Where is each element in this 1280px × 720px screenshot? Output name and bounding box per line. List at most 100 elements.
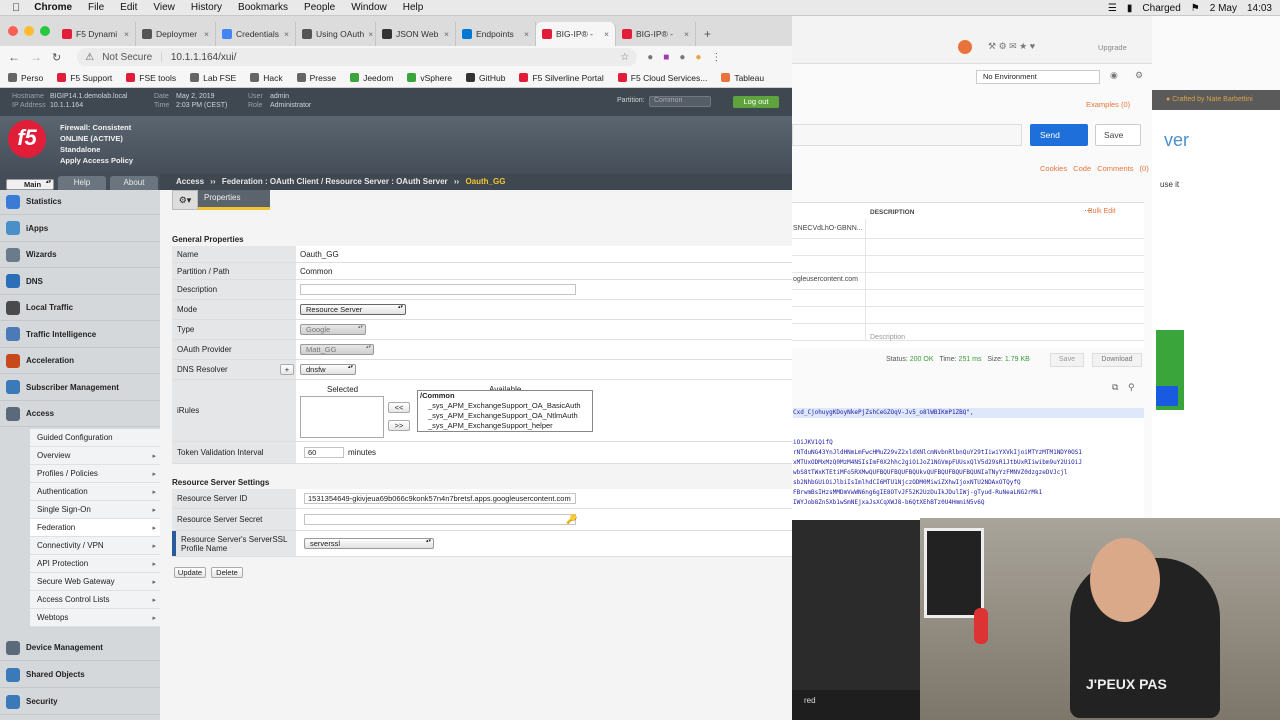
dns-select[interactable]: dnsfw: [300, 364, 356, 375]
toolbar-icons[interactable]: ⚒ ⚙ ✉ ★ ♥: [988, 41, 1035, 52]
token-input[interactable]: 60: [304, 447, 344, 458]
menu-app[interactable]: Chrome: [34, 2, 72, 13]
browser-tab[interactable]: BIG-IP® - ×: [616, 22, 696, 46]
sidebar-subitem[interactable]: API Protection ▸: [30, 555, 160, 573]
warning-icon[interactable]: ⚠: [85, 52, 94, 63]
bulk-edit-link[interactable]: Bulk Edit: [1088, 208, 1116, 215]
sidebar-subitem[interactable]: Federation ▸: [30, 519, 160, 537]
sidebar-item[interactable]: Subscriber Management: [0, 375, 160, 401]
postman-sync-icon[interactable]: [958, 40, 972, 54]
url-field[interactable]: ⚠ Not Secure | 10.1.1.164/xui/ ☆: [77, 48, 638, 66]
table-row[interactable]: [792, 321, 1144, 341]
request-url-input[interactable]: [792, 124, 1022, 146]
sidebar-item[interactable]: iApps: [0, 216, 160, 242]
add-dns-button[interactable]: +: [280, 364, 294, 375]
save-response-button[interactable]: Save: [1050, 353, 1084, 367]
close-tab-icon[interactable]: ×: [604, 29, 609, 39]
list-item[interactable]: _sys_APM_ExchangeSupport_helper: [420, 421, 592, 431]
extension-icon[interactable]: ●: [679, 52, 685, 63]
reload-icon[interactable]: ↻: [52, 51, 61, 64]
bookmark-item[interactable]: Lab FSE: [190, 73, 236, 83]
environment-select[interactable]: No Environment: [976, 70, 1100, 84]
breadcrumb-mid[interactable]: Federation : OAuth Client / Resource Ser…: [222, 177, 448, 186]
sidebar-item[interactable]: Acceleration: [0, 348, 160, 374]
list-item[interactable]: _sys_APM_ExchangeSupport_OA_NtlmAuth: [420, 411, 592, 421]
close-tab-icon[interactable]: ×: [524, 29, 529, 39]
browser-tab[interactable]: Credentials ×: [216, 22, 296, 46]
sidebar-item[interactable]: Statistics: [0, 189, 160, 215]
bookmark-item[interactable]: vSphere: [407, 73, 452, 83]
close-tab-icon[interactable]: ×: [368, 29, 373, 39]
logout-button[interactable]: Log out: [733, 96, 779, 108]
description-input[interactable]: [300, 284, 576, 295]
sidebar-item[interactable]: Local Traffic: [0, 295, 160, 321]
menu-history[interactable]: History: [191, 2, 222, 13]
download-button[interactable]: Download: [1092, 353, 1142, 367]
send-button[interactable]: Send: [1030, 124, 1088, 146]
menu-kebab-icon[interactable]: ⋮: [711, 52, 721, 63]
sidebar-item[interactable]: Traffic Intelligence: [0, 322, 160, 348]
close-tab-icon[interactable]: ×: [204, 29, 209, 39]
sidebar-subitem[interactable]: Profiles / Policies ▸: [30, 465, 160, 483]
sidebar-subitem[interactable]: Authentication ▸: [30, 483, 160, 501]
bookmark-item[interactable]: GitHub: [465, 73, 505, 83]
bookmark-item[interactable]: Perso: [8, 73, 43, 83]
eye-icon[interactable]: ◉: [1110, 70, 1118, 81]
flag-icon[interactable]: ⚑: [1191, 3, 1200, 14]
menu-file[interactable]: File: [88, 2, 104, 13]
menu-bookmarks[interactable]: Bookmarks: [238, 2, 288, 13]
star-icon[interactable]: ☆: [620, 52, 629, 63]
new-tab-icon[interactable]: +: [696, 22, 719, 46]
tab-properties[interactable]: Properties: [198, 190, 270, 210]
breadcrumb-root[interactable]: Access: [176, 177, 204, 186]
browser-tab[interactable]: JSON Web ×: [376, 22, 456, 46]
sidebar-subitem[interactable]: Overview ▸: [30, 447, 160, 465]
bookmark-item[interactable]: F5 Silverline Portal: [519, 73, 604, 83]
request-links[interactable]: Cookies Code Comments (0): [1040, 164, 1149, 173]
sidebar-item[interactable]: Access: [0, 401, 160, 427]
upgrade-button[interactable]: Upgrade: [1098, 43, 1127, 52]
more-icon[interactable]: ⋯: [1084, 206, 1092, 215]
bookmark-item[interactable]: F5 Cloud Services...: [617, 73, 707, 83]
list-item[interactable]: /Common: [420, 391, 592, 401]
wifi-icon[interactable]: ☰: [1108, 3, 1117, 14]
close-tab-icon[interactable]: ×: [444, 29, 449, 39]
gear-icon[interactable]: ⚙: [1135, 70, 1143, 81]
browser-tab[interactable]: Using OAuth ×: [296, 22, 376, 46]
tab-help[interactable]: Help: [58, 176, 106, 190]
key-icon[interactable]: 🔑: [566, 514, 577, 525]
apple-icon[interactable]: : [12, 2, 20, 14]
extension-icon[interactable]: ■: [663, 52, 669, 63]
menu-people[interactable]: People: [304, 2, 335, 13]
browser-tab[interactable]: F5 Dynami ×: [56, 22, 136, 46]
irules-available-list[interactable]: /Common _sys_APM_ExchangeSupport_OA_Basi…: [417, 390, 593, 432]
sidebar-subitem[interactable]: Connectivity / VPN ▸: [30, 537, 160, 555]
browser-tab[interactable]: Deploymer ×: [136, 22, 216, 46]
tab-about[interactable]: About: [110, 176, 158, 190]
sidebar-subitem[interactable]: Access Control Lists ▸: [30, 591, 160, 609]
battery-icon[interactable]: ▮: [1127, 3, 1133, 14]
sidebar-item[interactable]: Wizards: [0, 242, 160, 268]
partition-select[interactable]: Common: [649, 96, 711, 107]
menu-window[interactable]: Window: [351, 2, 387, 13]
menubar-time[interactable]: 14:03: [1247, 3, 1272, 14]
browser-tab[interactable]: Endpoints ×: [456, 22, 536, 46]
bookmark-item[interactable]: F5 Support: [57, 73, 112, 83]
menu-help[interactable]: Help: [403, 2, 424, 13]
bookmark-item[interactable]: Tableau: [721, 73, 764, 83]
rs-secret-input[interactable]: [304, 514, 576, 525]
sidebar-item[interactable]: Device Management: [0, 635, 160, 661]
menu-view[interactable]: View: [153, 2, 175, 13]
back-icon[interactable]: ←: [8, 50, 20, 64]
move-right-button[interactable]: >>: [388, 420, 410, 431]
mode-select[interactable]: Resource Server: [300, 304, 406, 315]
bookmark-item[interactable]: Hack: [250, 73, 283, 83]
status-line[interactable]: Firewall: Consistent: [60, 122, 133, 133]
delete-button[interactable]: Delete: [211, 567, 243, 578]
sidebar-item[interactable]: DNS: [0, 269, 160, 295]
move-left-button[interactable]: <<: [388, 402, 410, 413]
profile-avatar[interactable]: ●: [695, 52, 701, 63]
list-item[interactable]: _sys_APM_ExchangeSupport_OA_BasicAuth: [420, 401, 592, 411]
close-tab-icon[interactable]: ×: [124, 29, 129, 39]
rs-id-input[interactable]: 1531354649-gkivjeua69b066c9konk57n4n7bre…: [304, 493, 576, 504]
